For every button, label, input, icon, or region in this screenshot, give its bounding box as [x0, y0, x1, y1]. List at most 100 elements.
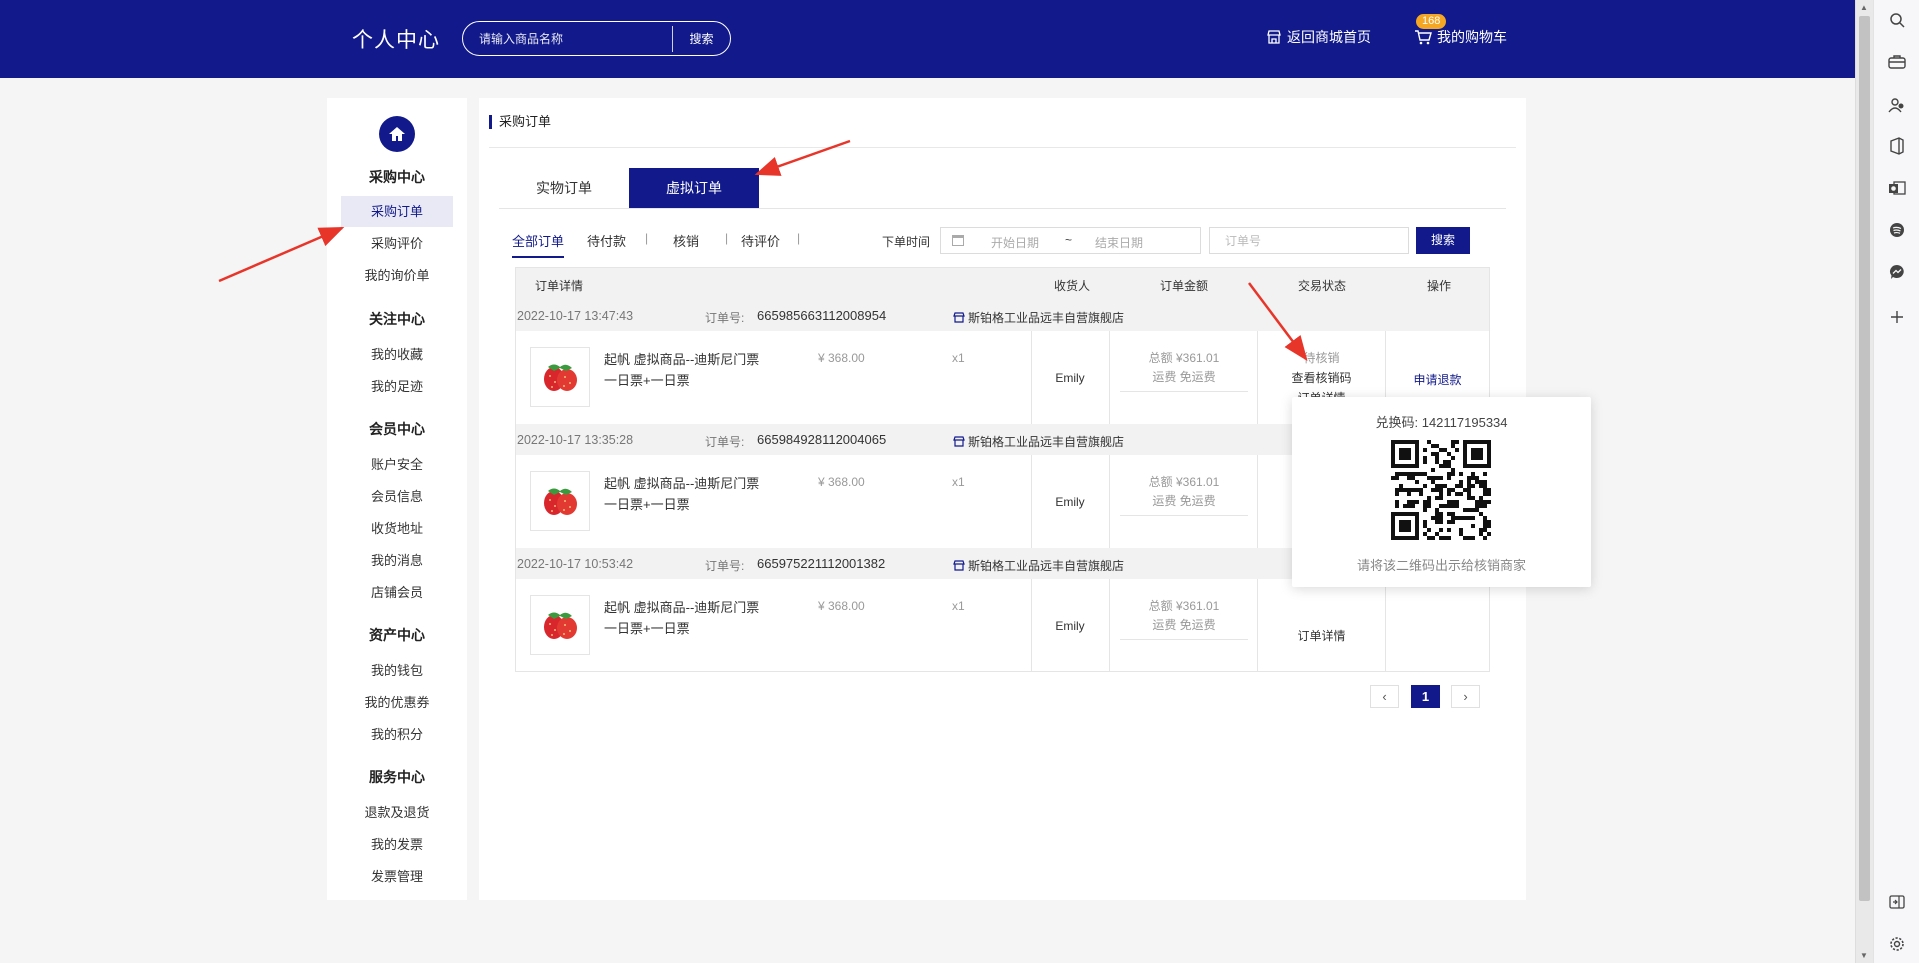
- receiver-name: Emily: [1055, 495, 1085, 509]
- product-thumbnail[interactable]: [530, 347, 590, 407]
- sidebar-item[interactable]: 我的消息: [341, 545, 453, 576]
- scroll-down-arrow[interactable]: ▼: [1860, 951, 1868, 960]
- sidebar-item[interactable]: 采购评价: [341, 228, 453, 259]
- sidebar-section-title: 服务中心: [369, 769, 425, 785]
- order-detail-link[interactable]: 订单详情: [1258, 627, 1385, 644]
- redeem-code-value: 142117195334: [1421, 415, 1508, 430]
- home-icon[interactable]: [379, 116, 415, 152]
- scroll-up-arrow[interactable]: ▲: [1860, 3, 1868, 12]
- next-page-button[interactable]: ›: [1451, 685, 1480, 708]
- product-quantity: x1: [952, 351, 965, 365]
- back-to-mall-link[interactable]: 返回商城首页: [1266, 27, 1371, 47]
- order-time-label: 下单时间: [882, 235, 931, 249]
- product-thumbnail[interactable]: [530, 595, 590, 655]
- product-quantity: x1: [952, 599, 965, 613]
- brand-title[interactable]: 个人中心: [352, 24, 440, 54]
- product-search-input[interactable]: [463, 22, 672, 55]
- sidebar-item[interactable]: 我的发票: [341, 829, 453, 860]
- prev-page-button[interactable]: ‹: [1370, 685, 1399, 708]
- messenger-icon[interactable]: [1887, 262, 1907, 282]
- end-date-field[interactable]: 结束日期: [1095, 234, 1143, 251]
- people-icon[interactable]: [1887, 95, 1907, 115]
- scroll-thumb[interactable]: [1859, 16, 1870, 901]
- shop-icon: [953, 560, 965, 571]
- shop-link[interactable]: 斯铂格工业品远丰自营旗舰店: [953, 309, 1124, 326]
- order-amount: 总额 ¥361.01 运费 免运费: [1110, 473, 1258, 511]
- product-name[interactable]: 起帆 虚拟商品--迪斯尼门票 一日票+一日票: [604, 349, 764, 391]
- order-number: 665985663112008954: [757, 308, 887, 323]
- shipping-fee: 运费 免运费: [1152, 370, 1216, 384]
- redeem-code: 兑换码: 142117195334: [1292, 412, 1591, 431]
- header-search-button[interactable]: 搜索: [673, 30, 730, 47]
- shop-icon: [953, 312, 965, 323]
- order-amount: 总额 ¥361.01 运费 免运费: [1110, 597, 1258, 635]
- briefcase-icon[interactable]: [1887, 52, 1907, 72]
- sidebar-item[interactable]: 发票管理: [341, 861, 453, 892]
- order-detail-link[interactable]: 订单详情: [1258, 389, 1385, 397]
- order-number-input[interactable]: [1209, 227, 1409, 254]
- product-price: ¥ 368.00: [818, 599, 865, 613]
- sidebar-item[interactable]: 我的足迹: [341, 371, 453, 402]
- sidebar-item[interactable]: 收货地址: [341, 513, 453, 544]
- top-header: 个人中心 搜索 返回商城首页 168 我的购物车: [0, 0, 1855, 78]
- page-title: 采购订单: [489, 115, 551, 129]
- sidebar-item[interactable]: 账户安全: [341, 449, 453, 480]
- spotify-icon[interactable]: [1887, 220, 1907, 240]
- page-scrollbar[interactable]: ▲ ▼: [1855, 0, 1873, 963]
- order-number-label: 订单号:: [705, 559, 745, 573]
- column-header: 交易状态: [1298, 279, 1347, 293]
- column-divider: [1257, 579, 1258, 672]
- shop-name: 斯铂格工业品远丰自营旗舰店: [968, 435, 1125, 449]
- outlook-icon[interactable]: [1887, 178, 1907, 198]
- column-header: 操作: [1427, 279, 1452, 293]
- sidebar-item[interactable]: 会员信息: [341, 481, 453, 512]
- order-body: 起帆 虚拟商品--迪斯尼门票 一日票+一日票 ¥ 368.00 x1 Emily…: [516, 579, 1489, 672]
- strawberry-icon: [544, 364, 577, 391]
- divider: [499, 208, 1506, 209]
- date-range-picker[interactable]: 开始日期 ~ 结束日期: [940, 227, 1201, 254]
- order-number-label: 订单号:: [705, 311, 745, 325]
- sidebar-item[interactable]: 我的积分: [341, 719, 453, 750]
- sidebar-item[interactable]: 店铺会员: [341, 577, 453, 608]
- sidebar-item[interactable]: 我的询价单: [341, 260, 453, 291]
- filter-pending-review[interactable]: 待评价: [741, 231, 780, 250]
- order-search-button[interactable]: 搜索: [1416, 227, 1470, 254]
- filter-pending-payment[interactable]: 待付款: [587, 231, 626, 250]
- divider: [1120, 515, 1248, 516]
- sidebar-section-title: 采购中心: [369, 169, 425, 185]
- settings-icon[interactable]: [1887, 934, 1907, 954]
- product-name[interactable]: 起帆 虚拟商品--迪斯尼门票 一日票+一日票: [604, 473, 764, 515]
- page-number-button[interactable]: 1: [1411, 685, 1440, 708]
- sidebar-item[interactable]: 采购订单: [341, 196, 453, 227]
- view-verification-code-link[interactable]: 查看核销码: [1258, 369, 1385, 386]
- sidebar-item[interactable]: 我的钱包: [341, 655, 453, 686]
- product-price: ¥ 368.00: [818, 475, 865, 489]
- tab-virtual-orders[interactable]: 虚拟订单: [629, 168, 759, 209]
- header-search: 搜索: [462, 21, 731, 56]
- office-icon[interactable]: [1887, 136, 1907, 156]
- tab-physical-orders[interactable]: 实物订单: [499, 168, 629, 209]
- product-name[interactable]: 起帆 虚拟商品--迪斯尼门票 一日票+一日票: [604, 597, 764, 639]
- shipping-fee: 运费 免运费: [1152, 618, 1216, 632]
- date-separator: ~: [1065, 233, 1073, 247]
- product-thumbnail[interactable]: [530, 471, 590, 531]
- sidebar-item[interactable]: 我的优惠券: [341, 687, 453, 718]
- sidebar-section-title: 关注中心: [369, 311, 425, 327]
- order-time: 2022-10-17 13:47:43: [517, 309, 634, 323]
- filter-verification[interactable]: 核销: [673, 231, 699, 250]
- sidebar-toggle-icon[interactable]: [1887, 892, 1907, 912]
- shop-link[interactable]: 斯铂格工业品远丰自营旗舰店: [953, 557, 1124, 574]
- sidebar-item[interactable]: 我的收藏: [341, 339, 453, 370]
- search-icon[interactable]: [1887, 10, 1907, 30]
- apply-refund-link[interactable]: 申请退款: [1386, 371, 1489, 388]
- sidebar-item[interactable]: 退款及退货: [341, 797, 453, 828]
- receiver-name: Emily: [1055, 371, 1085, 385]
- plus-icon[interactable]: [1887, 307, 1907, 327]
- filter-all-orders[interactable]: 全部订单: [512, 231, 565, 258]
- column-divider: [1257, 455, 1258, 548]
- start-date-field[interactable]: 开始日期: [991, 234, 1039, 251]
- my-cart-link[interactable]: 我的购物车: [1414, 27, 1507, 47]
- my-cart-label: 我的购物车: [1437, 29, 1507, 45]
- shop-link[interactable]: 斯铂格工业品远丰自营旗舰店: [953, 433, 1124, 450]
- order-header: 2022-10-17 13:47:43 订单号: 665985663112008…: [516, 300, 1489, 331]
